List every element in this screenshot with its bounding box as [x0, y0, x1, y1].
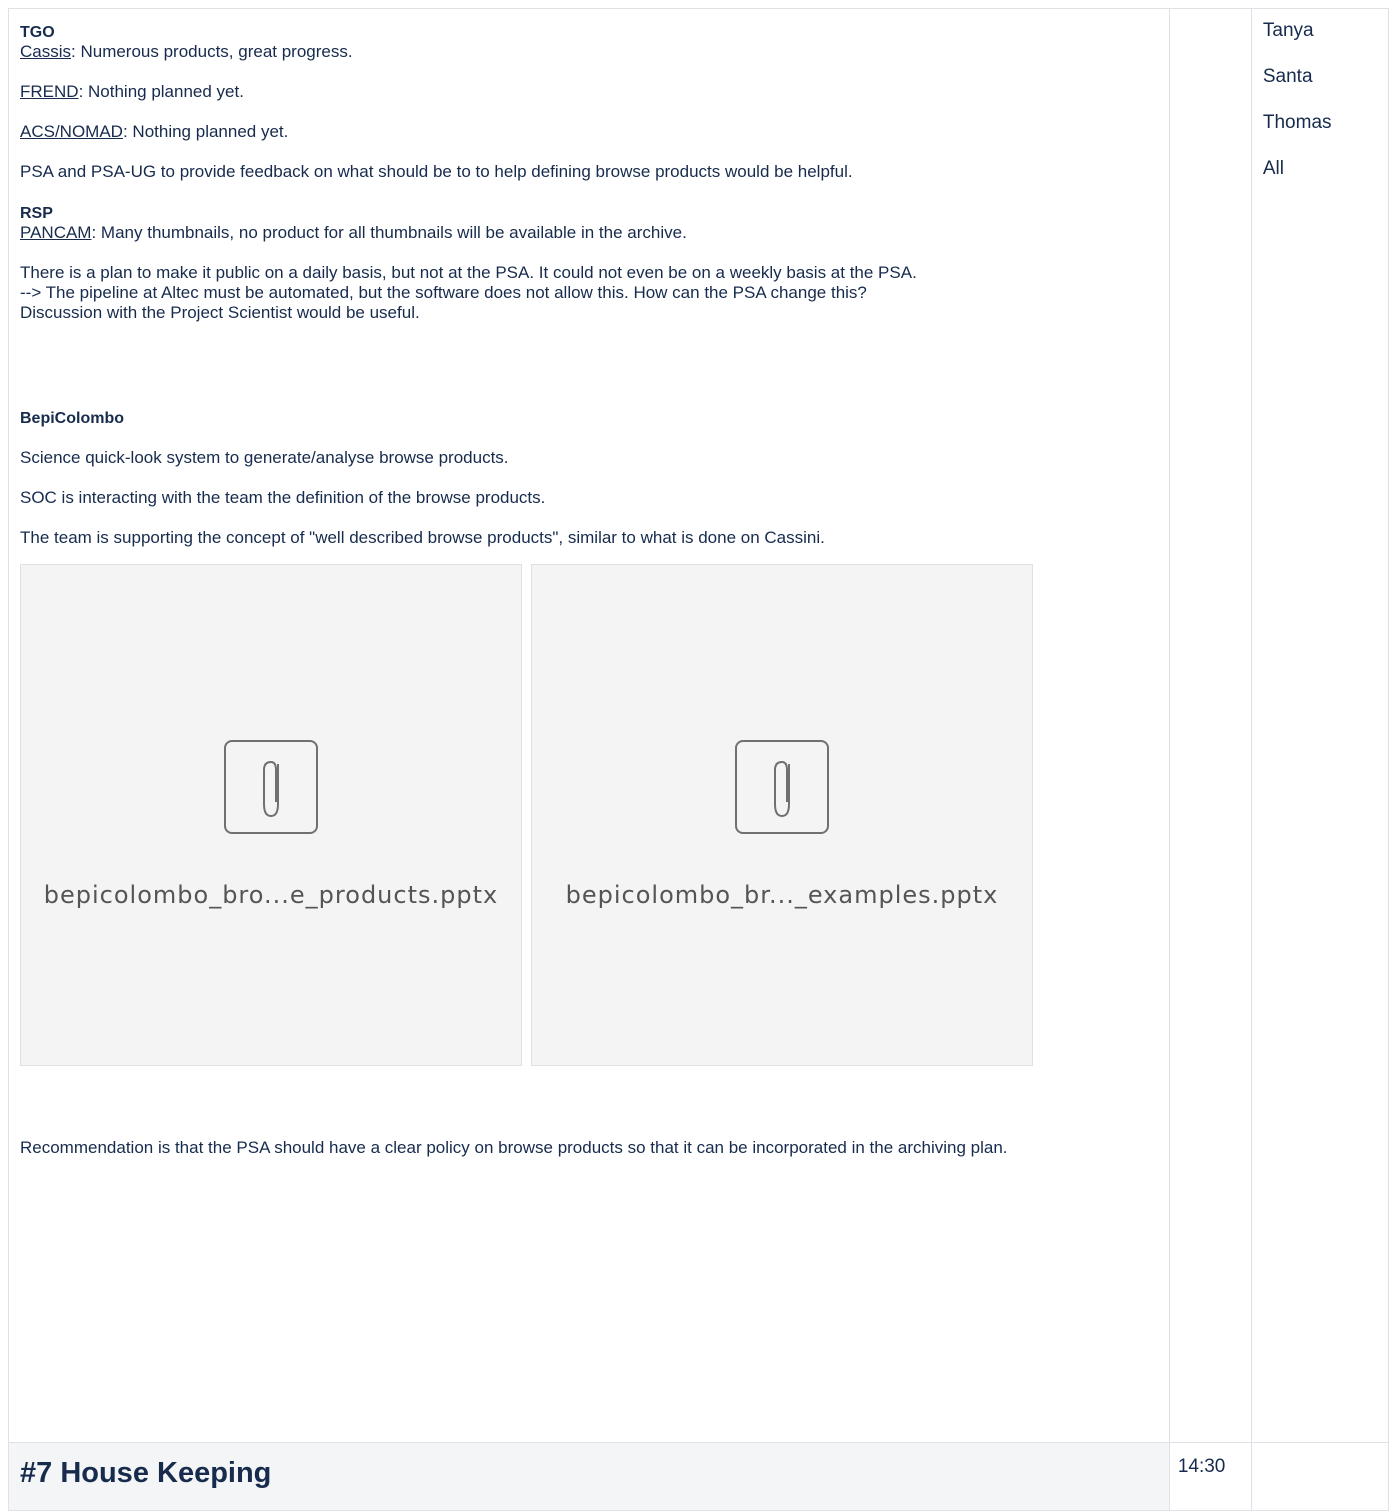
who-name: All: [1262, 158, 1284, 179]
paperclip-icon: [735, 740, 829, 834]
cassis-text: : Numerous products, great progress.: [71, 42, 353, 61]
attachment-file[interactable]: bepicolombo_br..._examples.pptx: [531, 564, 1033, 1066]
who-cell: Tanya Santa Thomas All: [1250, 8, 1389, 1443]
house-keeping-heading: #7 House Keeping: [9, 1443, 1169, 1510]
who-name: Thomas: [1262, 112, 1332, 133]
time-cell-empty: [1168, 8, 1252, 1443]
who-cell-empty: [1250, 1442, 1389, 1511]
tgo-frend-item: FREND: Nothing planned yet.: [20, 82, 1159, 102]
rsp-pancam-item: PANCAM: Many thumbnails, no product for …: [20, 223, 1159, 243]
acs-nomad-link[interactable]: ACS/NOMAD: [20, 122, 123, 141]
time-cell: 14:30: [1168, 1442, 1252, 1511]
bepi-heading: BepiColombo: [20, 410, 124, 427]
frend-text: : Nothing planned yet.: [78, 82, 244, 101]
pancam-link[interactable]: PANCAM: [20, 223, 91, 242]
attachment-file[interactable]: bepicolombo_bro...e_products.pptx: [20, 564, 522, 1066]
pancam-text: : Many thumbnails, no product for all th…: [91, 223, 687, 242]
bepi-p3: The team is supporting the concept of "w…: [20, 528, 825, 547]
tgo-cassis-item: Cassis: Numerous products, great progres…: [20, 42, 1159, 62]
attachment-filename: bepicolombo_bro...e_products.pptx: [43, 881, 499, 909]
frend-link[interactable]: FREND: [20, 82, 79, 101]
agenda-row-browse-products: TGO Cassis: Numerous products, great pro…: [8, 8, 1389, 1443]
tgo-acs-item: ACS/NOMAD: Nothing planned yet.: [20, 122, 1159, 142]
attachments: bepicolombo_bro...e_products.pptx bepico…: [20, 564, 1159, 1066]
agenda-row-house-keeping: #7 House Keeping 14:30: [8, 1442, 1389, 1511]
bepi-p2: SOC is interacting with the team the def…: [20, 488, 546, 507]
bepi-p1: Science quick-look system to generate/an…: [20, 448, 509, 467]
rsp-plan-line1: There is a plan to make it public on a d…: [20, 263, 917, 282]
discussion-cell: TGO Cassis: Numerous products, great pro…: [8, 8, 1170, 1443]
agenda-table: TGO Cassis: Numerous products, great pro…: [8, 8, 1389, 1511]
tgo-heading: TGO: [20, 24, 55, 41]
tgo-note: PSA and PSA-UG to provide feedback on wh…: [20, 162, 853, 181]
paperclip-icon: [224, 740, 318, 834]
cassis-link[interactable]: Cassis: [20, 42, 71, 61]
who-name: Santa: [1262, 66, 1313, 87]
rsp-heading: RSP: [20, 205, 53, 222]
recommendation: Recommendation is that the PSA should ha…: [20, 1138, 1008, 1157]
rsp-plan-line3: Discussion with the Project Scientist wo…: [20, 303, 420, 322]
who-name: Tanya: [1262, 20, 1314, 41]
rsp-plan-line2: --> The pipeline at Altec must be automa…: [20, 283, 867, 302]
attachment-filename: bepicolombo_br..._examples.pptx: [565, 881, 999, 909]
house-keeping-cell: #7 House Keeping: [8, 1442, 1170, 1511]
acs-nomad-text: : Nothing planned yet.: [122, 122, 289, 141]
